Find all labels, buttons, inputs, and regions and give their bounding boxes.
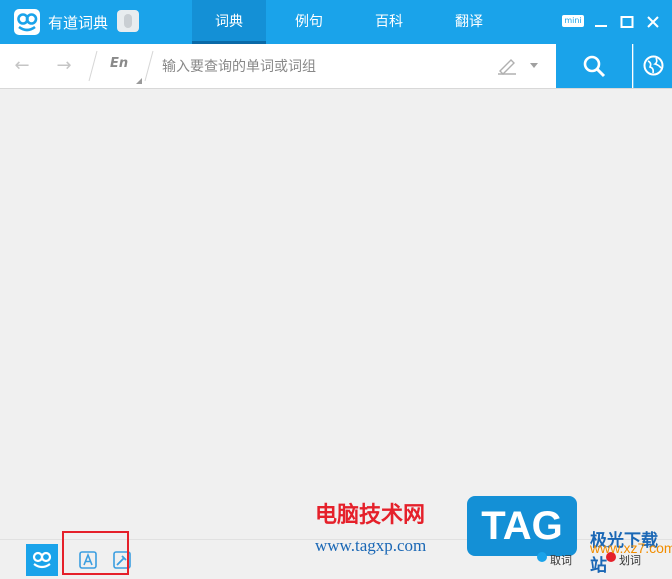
close-icon[interactable] bbox=[646, 15, 660, 29]
minimize-icon[interactable] bbox=[594, 15, 608, 29]
highlight-box bbox=[62, 531, 129, 575]
language-label: En bbox=[110, 56, 129, 71]
watermark-site-name: 电脑技术网 bbox=[315, 503, 426, 528]
dict-mode-button[interactable] bbox=[26, 544, 58, 576]
watermark-site-url: www.tagxp.com bbox=[315, 536, 427, 555]
language-selector[interactable]: En bbox=[92, 44, 148, 88]
search-button[interactable] bbox=[556, 44, 632, 88]
youdao-logo-icon bbox=[32, 551, 52, 569]
watermark-tag-logo: TAG bbox=[467, 496, 577, 556]
corner-triangle-icon bbox=[136, 78, 142, 84]
search-input[interactable] bbox=[160, 56, 484, 78]
watermark-option1: 取词 bbox=[550, 554, 572, 567]
option1-icon bbox=[537, 552, 547, 562]
maximize-icon[interactable] bbox=[620, 15, 634, 29]
youdao-logo-icon bbox=[14, 9, 40, 35]
mini-mode-button[interactable]: mini bbox=[562, 15, 584, 27]
tab-translate[interactable]: 翻译 bbox=[432, 0, 506, 44]
globe-icon bbox=[643, 55, 664, 76]
tab-dictionary[interactable]: 词典 bbox=[192, 0, 266, 44]
watermark-right-url: www.xz7.com bbox=[590, 540, 672, 556]
avatar[interactable] bbox=[117, 10, 139, 32]
result-area bbox=[0, 89, 672, 539]
handwriting-icon[interactable] bbox=[497, 57, 517, 75]
chevron-down-icon[interactable] bbox=[530, 63, 538, 69]
web-search-button[interactable] bbox=[633, 44, 672, 88]
back-arrow-icon[interactable]: ← bbox=[12, 56, 32, 76]
divider bbox=[144, 50, 154, 82]
tab-examples[interactable]: 例句 bbox=[272, 0, 346, 44]
title-bar: 有道词典 词典 例句 百科 翻译 mini bbox=[0, 0, 672, 44]
forward-arrow-icon[interactable]: → bbox=[54, 56, 74, 76]
search-icon bbox=[583, 55, 606, 78]
watermark-overlay: 电脑技术网 www.tagxp.com TAG 极光下载站 取词 划词 www.… bbox=[306, 492, 672, 576]
app-title: 有道词典 bbox=[48, 14, 109, 32]
tab-encyclopedia[interactable]: 百科 bbox=[352, 0, 426, 44]
